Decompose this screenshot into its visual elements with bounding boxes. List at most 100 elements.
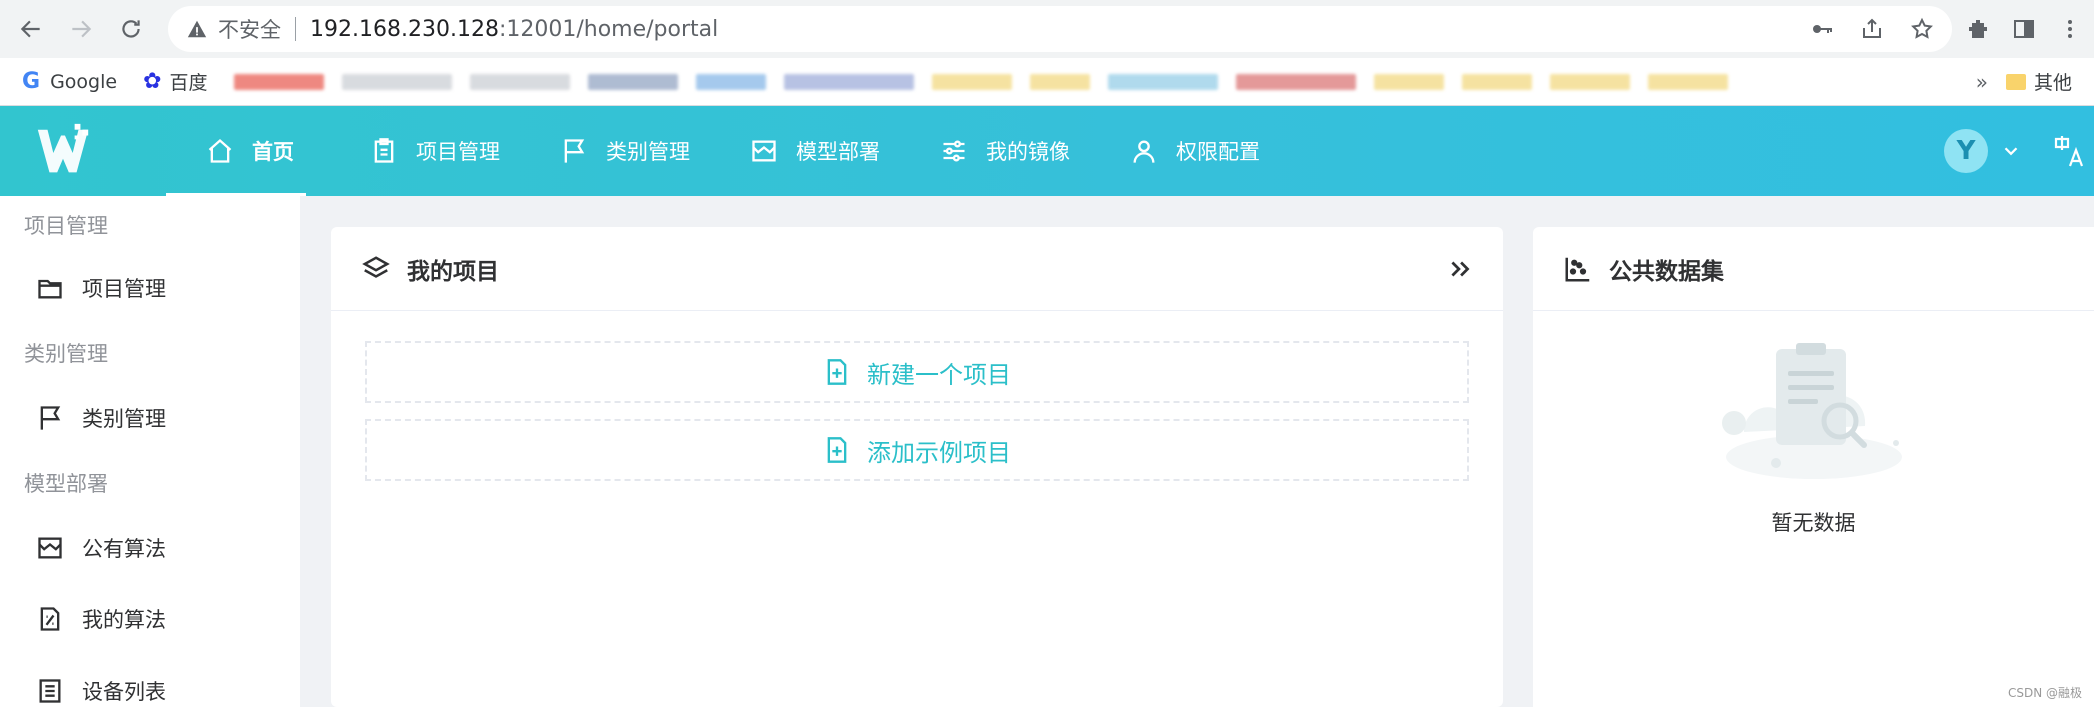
- sidebar-item-public-algorithms[interactable]: 公有算法: [0, 510, 300, 586]
- arrow-left-icon: [20, 20, 40, 38]
- browser-toolbar: 不安全 192.168.230.128:12001/home/portal: [0, 0, 2094, 58]
- clipboard-icon: [374, 138, 394, 163]
- store-icon: [752, 140, 776, 162]
- double-chevron-right-icon[interactable]: [1447, 256, 1473, 282]
- public-datasets-card: 公共数据集 暂无数据: [1533, 227, 2094, 707]
- bookmark-label: Google: [50, 70, 118, 93]
- card-header: 我的项目: [331, 227, 1503, 311]
- add-example-project-button[interactable]: 添加示例项目: [365, 419, 1469, 481]
- empty-clipboard-icon: [1721, 343, 1902, 479]
- blurred-bookmark[interactable]: [1235, 73, 1356, 90]
- nav-project-management[interactable]: 项目管理: [340, 106, 530, 196]
- nav-label: 项目管理: [416, 140, 500, 164]
- sidebar-item-project-management[interactable]: 项目管理: [0, 250, 300, 326]
- language-switch-icon[interactable]: [2052, 133, 2088, 169]
- sidebar-item-my-algorithms[interactable]: 我的算法: [0, 586, 300, 652]
- nav-label: 首页: [252, 140, 294, 164]
- forward-button[interactable]: [62, 10, 100, 48]
- user-avatar[interactable]: Y: [1944, 129, 1988, 173]
- sidebar: 项目管理 项目管理 类别管理 类别管理 模型部署 公有算法 我的算法 设备列表: [0, 196, 300, 707]
- nav-home[interactable]: 首页: [166, 106, 306, 196]
- nav-category-management[interactable]: 类别管理: [530, 106, 720, 196]
- blurred-bookmark[interactable]: [1029, 73, 1090, 90]
- store-icon: [38, 537, 62, 559]
- url-path: :12001/home/portal: [498, 16, 719, 42]
- blurred-bookmark[interactable]: [1549, 73, 1630, 90]
- share-icon[interactable]: [1860, 17, 1884, 41]
- blurred-bookmark[interactable]: [469, 73, 570, 90]
- blurred-bookmark[interactable]: [783, 73, 914, 90]
- empty-state-text: 暂无数据: [1771, 511, 1856, 535]
- app-logo[interactable]: [0, 106, 126, 196]
- blurred-bookmark[interactable]: [233, 73, 324, 90]
- divider: [295, 17, 296, 41]
- flag-icon: [40, 406, 61, 430]
- bookmark-folder-other[interactable]: 其他: [2005, 68, 2072, 95]
- sliders-icon: [943, 140, 965, 162]
- chevron-down-icon[interactable]: [2000, 140, 2022, 162]
- my-projects-card: 我的项目 新建一个项目 添加示例项目: [331, 227, 1503, 707]
- address-bar[interactable]: 不安全 192.168.230.128:12001/home/portal: [168, 6, 1952, 52]
- star-icon[interactable]: [1910, 17, 1934, 41]
- google-icon: G: [22, 69, 41, 94]
- sidebar-item-label: 我的算法: [82, 608, 166, 632]
- bookmarks-bar: G Google ✿ 百度 » 其他: [0, 58, 2094, 106]
- logo-icon: [37, 123, 89, 173]
- reload-icon: [122, 20, 140, 38]
- nav-label: 我的镜像: [986, 140, 1070, 164]
- file-plus-icon: [827, 359, 847, 385]
- sidebar-item-label: 公有算法: [82, 537, 166, 561]
- extensions-icon[interactable]: [1966, 17, 1990, 41]
- blurred-bookmark[interactable]: [931, 73, 1012, 90]
- warning-icon: [187, 20, 207, 38]
- app-header: 首页 项目管理 类别管理 模型部署 我的镜像 权限配置 Y: [0, 106, 2094, 196]
- button-label: 添加示例项目: [867, 438, 1011, 467]
- home-icon: [208, 138, 232, 163]
- card-title: 我的项目: [407, 258, 499, 285]
- sidebar-group-title: 类别管理: [24, 342, 108, 366]
- blurred-bookmark[interactable]: [1647, 73, 1728, 90]
- baidu-paw-icon: ✿: [143, 69, 162, 94]
- blurred-bookmark[interactable]: [341, 73, 452, 90]
- side-panel-icon[interactable]: [2012, 17, 2036, 41]
- insecure-label: 不安全: [218, 18, 281, 42]
- blurred-bookmark[interactable]: [587, 73, 678, 90]
- menu-dots-icon[interactable]: [2058, 17, 2082, 41]
- reload-button[interactable]: [112, 10, 150, 48]
- blurred-bookmark[interactable]: [1373, 73, 1444, 90]
- file-plus-icon: [827, 437, 847, 463]
- card-header: 公共数据集: [1533, 227, 2094, 311]
- nav-my-images[interactable]: 我的镜像: [910, 106, 1100, 196]
- sidebar-item-label: 设备列表: [82, 680, 166, 704]
- blurred-bookmark[interactable]: [1461, 73, 1532, 90]
- watermark: CSDN @融极: [2007, 686, 2082, 700]
- nav-label: 类别管理: [606, 140, 690, 164]
- nav-label: 权限配置: [1176, 140, 1260, 164]
- blurred-bookmark[interactable]: [695, 73, 766, 90]
- folder-icon: [38, 279, 62, 299]
- url-host: 192.168.230.128: [310, 16, 499, 42]
- empty-state: 暂无数据: [1533, 311, 2094, 537]
- device-list-icon: [39, 679, 61, 703]
- sidebar-item-label: 类别管理: [82, 407, 166, 431]
- sidebar-item-category-management[interactable]: 类别管理: [0, 380, 300, 456]
- bookmark-label: 百度: [169, 72, 208, 94]
- scatter-chart-icon: [1565, 257, 1590, 281]
- bookmark-google[interactable]: G Google: [22, 69, 117, 94]
- new-project-button[interactable]: 新建一个项目: [365, 341, 1469, 403]
- back-button[interactable]: [12, 10, 50, 48]
- sidebar-group-title: 项目管理: [24, 214, 108, 238]
- nav-permissions[interactable]: 权限配置: [1100, 106, 1290, 196]
- sidebar-item-device-list[interactable]: 设备列表: [0, 652, 300, 707]
- button-label: 新建一个项目: [867, 360, 1011, 389]
- key-icon[interactable]: [1810, 17, 1834, 41]
- nav-model-deploy[interactable]: 模型部署: [720, 106, 910, 196]
- algorithm-icon: [40, 607, 60, 631]
- card-title: 公共数据集: [1609, 258, 1724, 285]
- folder-icon: [2005, 73, 2026, 90]
- user-icon: [1133, 140, 1155, 163]
- blurred-bookmark[interactable]: [1107, 73, 1218, 90]
- bookmarks-overflow-button[interactable]: »: [1976, 70, 1988, 94]
- layers-icon: [362, 255, 390, 278]
- bookmark-baidu[interactable]: ✿ 百度: [143, 68, 207, 95]
